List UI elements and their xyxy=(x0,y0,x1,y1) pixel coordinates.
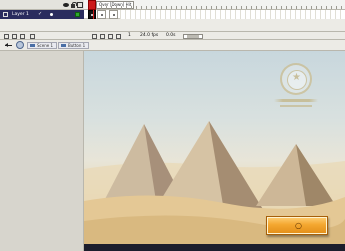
back-arrow-icon[interactable] xyxy=(5,42,12,49)
edit-multiple-icon[interactable] xyxy=(116,34,121,39)
frame-ruler[interactable]: Over [Down] Hit xyxy=(84,0,345,10)
insert-guide-icon[interactable] xyxy=(12,34,17,39)
button-symbol-icon xyxy=(61,44,66,47)
frame-cells[interactable] xyxy=(84,10,345,19)
emblem-caption-line xyxy=(280,105,312,107)
breadcrumb-symbol[interactable]: Button 1 xyxy=(58,42,90,49)
timeline-statusbar: 1 24.0 fps 0.0s xyxy=(0,31,345,40)
breadcrumb-scene[interactable]: Scene 1 xyxy=(27,42,58,49)
center-frame-icon[interactable] xyxy=(92,34,97,39)
layer-panel-blank xyxy=(0,19,84,31)
current-frame: 1 xyxy=(128,33,131,38)
frame-cell[interactable] xyxy=(109,10,118,19)
frame-rate: 24.0 fps xyxy=(140,33,159,38)
playhead-handle[interactable] xyxy=(88,0,96,10)
breadcrumb-symbol-label: Button 1 xyxy=(68,43,86,48)
onion-outline-icon[interactable] xyxy=(108,34,113,39)
trash-icon[interactable] xyxy=(30,34,35,39)
left-panel xyxy=(0,51,84,251)
layer-lock-dot[interactable] xyxy=(50,13,53,16)
ruler-ticks xyxy=(96,6,345,9)
empty-frames[interactable] xyxy=(120,10,345,19)
timeline-scrollbar[interactable] xyxy=(183,34,203,39)
star-icon: ★ xyxy=(292,72,301,83)
button-glyph: ○ xyxy=(295,221,302,230)
layer-visible-check[interactable]: ✓ xyxy=(38,11,42,17)
stage-canvas[interactable]: ★ ○ xyxy=(84,51,345,251)
eye-icon[interactable] xyxy=(63,2,69,8)
outline-icon[interactable] xyxy=(77,2,83,8)
breadcrumb-scene-label: Scene 1 xyxy=(37,43,54,48)
stage-action-button[interactable]: ○ xyxy=(266,216,328,235)
insert-folder-icon[interactable] xyxy=(20,34,25,39)
scene-icon xyxy=(30,44,35,47)
navigate-icon[interactable] xyxy=(16,41,24,49)
timeline-panel: Over [Down] Hit Layer 1 ✓ xyxy=(0,0,345,31)
elapsed-time: 0.0s xyxy=(166,33,176,38)
layer-icon xyxy=(3,12,8,17)
frame-cell[interactable] xyxy=(97,10,106,19)
emblem-logo: ★ xyxy=(280,63,312,95)
lock-icon[interactable] xyxy=(70,2,77,8)
keyframe-cell[interactable] xyxy=(88,10,96,19)
layer-name[interactable]: Layer 1 xyxy=(12,12,29,17)
stage-bottom-strip xyxy=(84,244,345,251)
emblem-caption xyxy=(274,99,318,102)
layer-header xyxy=(0,0,84,10)
frames-panel-blank xyxy=(84,19,345,31)
edit-bar: Scene 1 Button 1 xyxy=(0,40,345,51)
insert-layer-icon[interactable] xyxy=(4,34,9,39)
onion-skin-icon[interactable] xyxy=(100,34,105,39)
layer-color-swatch[interactable] xyxy=(75,12,80,17)
layer-row[interactable]: Layer 1 ✓ xyxy=(0,10,84,19)
